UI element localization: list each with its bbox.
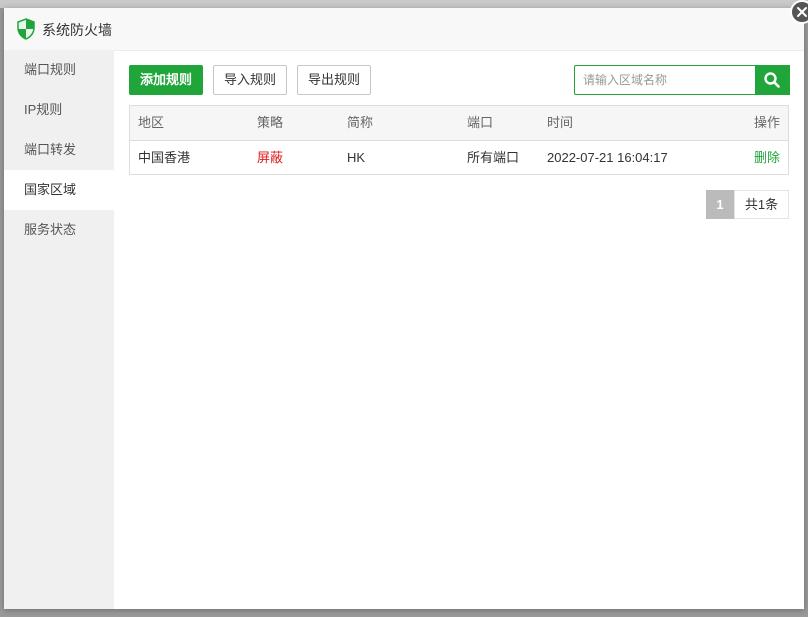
cell-region: 中国香港 xyxy=(138,150,191,165)
cell-time: 2022-07-21 16:04:17 xyxy=(547,150,668,165)
sidebar: 端口规则 IP规则 端口转发 国家区域 服务状态 xyxy=(4,50,114,609)
cell-port: 所有端口 xyxy=(467,150,520,165)
sidebar-item-ip-rules[interactable]: IP规则 xyxy=(4,90,114,130)
cell-policy: 屏蔽 xyxy=(257,150,284,165)
search-input[interactable] xyxy=(575,66,753,94)
close-icon xyxy=(797,7,807,17)
page-button-current[interactable]: 1 xyxy=(706,190,734,219)
table-row: 中国香港 屏蔽 HK 所有端口 2022-07-21 16:04:17 删除 xyxy=(130,141,788,174)
dialog-header: 系统防火墙 xyxy=(4,8,804,51)
page-total-count: 共1条 xyxy=(734,190,789,219)
search-button[interactable] xyxy=(755,65,790,95)
column-header-policy: 策略 xyxy=(257,115,284,130)
search-icon xyxy=(764,72,780,88)
column-header-region: 地区 xyxy=(138,115,165,130)
main-content: 添加规则 导入规则 导出规则 地区 策略 简称 端口 时间 操作 中国香港 xyxy=(114,50,804,609)
table-header: 地区 策略 简称 端口 时间 操作 xyxy=(130,106,788,141)
delete-link[interactable]: 删除 xyxy=(754,141,780,174)
sidebar-item-service-status[interactable]: 服务状态 xyxy=(4,210,114,250)
export-rule-button[interactable]: 导出规则 xyxy=(297,65,372,95)
column-header-abbr: 简称 xyxy=(347,115,374,130)
cell-abbr: HK xyxy=(347,150,366,165)
add-rule-button[interactable]: 添加规则 xyxy=(129,65,204,95)
import-rule-button[interactable]: 导入规则 xyxy=(213,65,288,95)
sidebar-item-port-forward[interactable]: 端口转发 xyxy=(4,130,114,170)
region-rules-table: 地区 策略 简称 端口 时间 操作 中国香港 屏蔽 HK 所有端口 2022-0… xyxy=(129,105,789,175)
sidebar-item-port-rules[interactable]: 端口规则 xyxy=(4,50,114,90)
column-header-action: 操作 xyxy=(753,115,780,130)
column-header-port: 端口 xyxy=(467,115,494,130)
shield-icon xyxy=(16,18,36,40)
column-header-time: 时间 xyxy=(547,115,574,130)
sidebar-item-country-region[interactable]: 国家区域 xyxy=(4,170,114,210)
firewall-dialog: 系统防火墙 端口规则 IP规则 端口转发 国家区域 服务状态 添加规则 导入规则… xyxy=(4,0,808,609)
backdrop xyxy=(0,0,808,8)
dialog-title: 系统防火墙 xyxy=(42,22,112,38)
search-box xyxy=(574,65,790,95)
close-button[interactable] xyxy=(790,0,808,24)
